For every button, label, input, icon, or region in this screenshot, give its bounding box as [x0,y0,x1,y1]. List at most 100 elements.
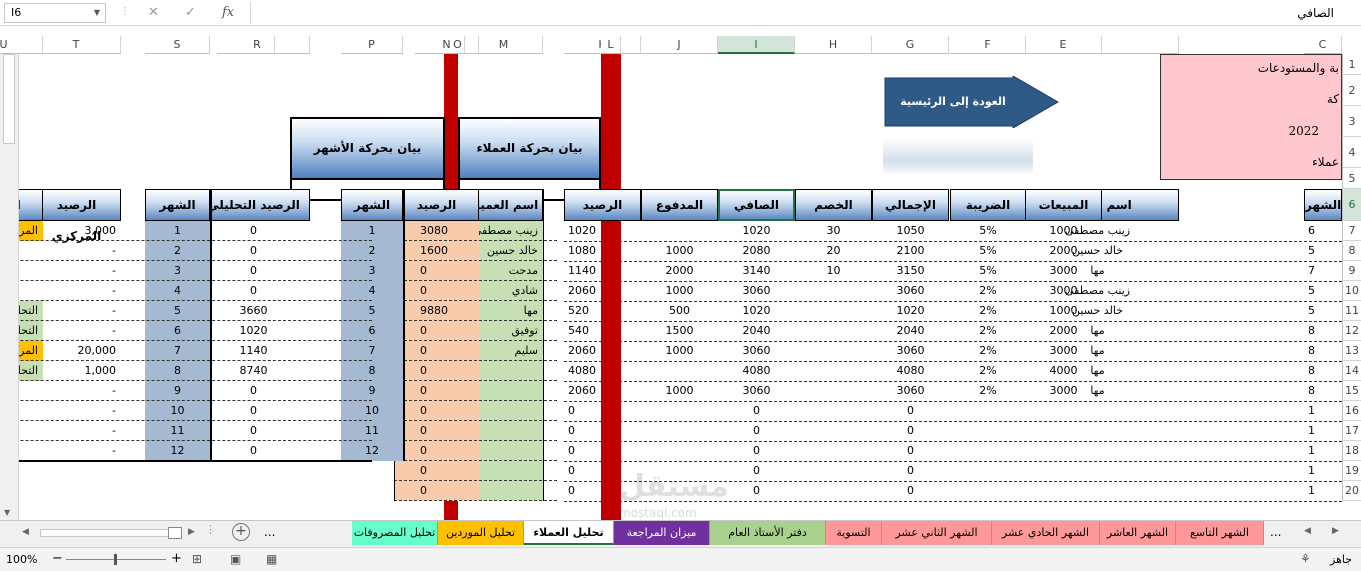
column-header-u[interactable]: U [0,36,43,54]
page-break-view-icon[interactable]: ⊞ [192,552,202,566]
column-header-o[interactable]: O [451,36,465,54]
column-header-s[interactable]: S [145,36,210,54]
main-cell: 0 [753,484,760,497]
tab-scroll-left-icon[interactable]: ◀ [22,527,29,537]
row-header-8[interactable]: 8 [1342,241,1361,261]
central-balance-cell: 1,000 [84,364,117,377]
zoom-in-button[interactable]: + [171,551,182,566]
page-layout-view-icon[interactable]: ▣ [230,552,241,566]
row-header-9[interactable]: 9 [1342,261,1361,281]
main-cell: 1050 [896,224,925,237]
column-header-r[interactable]: R [240,36,275,54]
row-header-3[interactable]: 3 [1342,106,1361,137]
status-state-cell: 0 [19,401,43,421]
row-header-7[interactable]: 7 [1342,221,1361,241]
enter-icon[interactable]: ✓ [185,4,196,22]
sheet-tab-9[interactable]: تحليل المصروفات [352,521,438,545]
sheet-tab-7[interactable]: تحليل العملاء [524,521,614,545]
column-header-i[interactable]: I [718,36,795,54]
zoom-slider-thumb[interactable] [114,554,117,565]
row-header-14[interactable]: 14 [1342,361,1361,381]
normal-view-icon[interactable]: ▦ [266,552,277,566]
central-balance-cell: - [112,244,116,257]
main-cell [1025,481,1102,501]
column-header-c[interactable]: C [1304,36,1342,54]
main-cell: 5% [979,264,997,277]
tab-prev-icon[interactable]: ◀ [1304,526,1311,536]
main-cell: 3060 [742,344,771,357]
column-header-e[interactable]: E [1025,36,1102,54]
main-cell [641,441,718,461]
sheet-tab-5[interactable]: دفتر الأستاذ العام [710,521,826,545]
column-header-n[interactable]: N [415,36,479,54]
add-sheet-icon[interactable]: + [232,523,250,541]
client-balance-cell: 0 [394,421,479,441]
column-header-t[interactable]: T [32,36,121,54]
sheet-tab-3[interactable]: الشهر الثاني عشر [882,521,992,545]
row-header-19[interactable]: 19 [1342,461,1361,481]
sheet-tab-6[interactable]: ميزان المراجعة [614,521,710,545]
row-header-1[interactable]: 1 [1342,54,1361,75]
row-header-2[interactable]: 2 [1342,75,1361,106]
row-header-17[interactable]: 17 [1342,421,1361,441]
main-cell: 1020 [896,304,925,317]
horizontal-scrollbar[interactable] [40,529,180,537]
info-line-4: عملاء [1312,155,1339,169]
h-scroll-thumb[interactable] [168,527,182,539]
sheet-tab-8[interactable]: تحليل الموردين [438,521,524,545]
main-cell [795,321,872,341]
main-cell: 1020 [742,304,771,317]
scroll-down-icon[interactable]: ▼ [4,508,10,517]
main-cell: 0 [753,424,760,437]
row-header-10[interactable]: 10 [1342,281,1361,301]
cancel-icon[interactable]: ✕ [148,4,159,22]
row-header-13[interactable]: 13 [1342,341,1361,361]
sheet-tab-1[interactable]: الشهر العاشر [1100,521,1176,545]
row-header-15[interactable]: 15 [1342,381,1361,401]
main-cell [795,361,872,381]
row-header-18[interactable]: 18 [1342,441,1361,461]
column-header-j[interactable]: J [641,36,718,54]
function-icon[interactable]: fx [222,4,234,22]
splitter-icon[interactable]: ⋮ [205,523,216,541]
row-header-20[interactable]: 20 [1342,481,1361,501]
column-header-f[interactable]: F [950,36,1026,54]
row-header-11[interactable]: 11 [1342,301,1361,321]
row-header-6[interactable]: 6 [1342,189,1361,221]
row-header-16[interactable]: 16 [1342,401,1361,421]
selected-cell-i6[interactable] [718,189,795,221]
tab-next-icon[interactable]: ▶ [1332,526,1339,536]
column-header-g[interactable]: G [872,36,949,54]
name-box[interactable]: I6 ▼ [4,3,106,23]
zoom-level[interactable]: 100% [6,553,37,566]
main-cell: 3000 [1049,384,1078,397]
scroll-thumb[interactable] [3,54,15,144]
formula-input[interactable]: الصافي [250,2,1356,24]
back-to-main-button[interactable]: العودة إلى الرئيسية [883,75,1059,129]
main-cell [795,421,872,441]
tabs-more-left[interactable]: ... [264,525,275,539]
sheet-tab-0[interactable]: الشهر التاسع [1176,521,1264,545]
row-header-5[interactable]: 5 [1342,168,1361,189]
main-cell: 3000 [1049,284,1078,297]
column-header-h[interactable]: H [795,36,872,54]
analytic-balance-cell: 0 [250,424,257,437]
status-state-cell: التحليلي أكبر [19,301,43,321]
worksheet-grid[interactable]: بة والمستودعات كة 2022 عملاء العودة إلى … [19,54,1342,520]
vertical-scrollbar[interactable]: ▲ ▼ [0,36,19,520]
tabs-more-right[interactable]: ... [1270,525,1281,539]
column-header-p[interactable]: P [341,36,403,54]
main-cell: 4000 [1049,364,1078,377]
row-header-4[interactable]: 4 [1342,137,1361,168]
zoom-out-button[interactable]: − [52,551,63,566]
row-header-12[interactable]: 12 [1342,321,1361,341]
sheet-tab-4[interactable]: التسوية [826,521,882,545]
status-month-cell: 6 [145,321,210,341]
column-header-l[interactable]: L [601,36,621,54]
status-state-cell: 0 [19,241,43,261]
tab-scroll-right-icon[interactable]: ▶ [188,527,195,537]
main-cell: 1000 [1049,304,1078,317]
chevron-down-icon[interactable]: ▼ [94,4,100,22]
sheet-tab-2[interactable]: الشهر الحادي عشر [992,521,1100,545]
main-cell: 0 [753,464,760,477]
